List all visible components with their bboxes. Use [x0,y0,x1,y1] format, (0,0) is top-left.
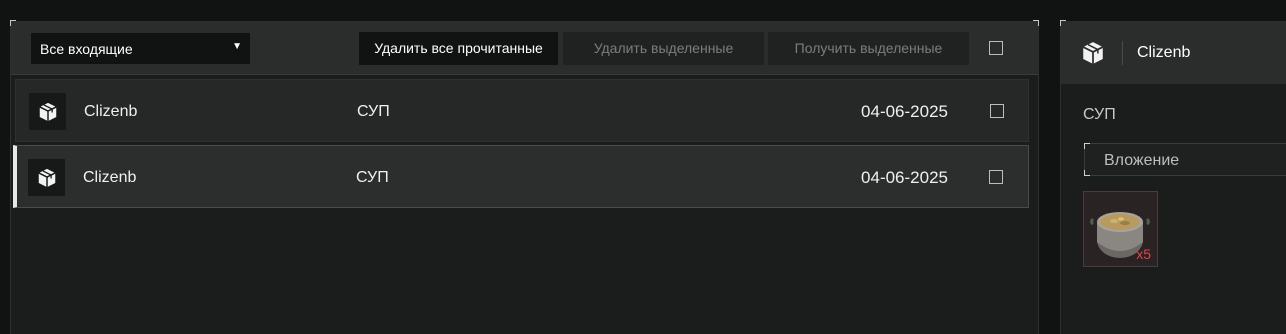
mail-row-checkbox[interactable] [990,104,1004,118]
mail-toolbar: Все входящие ▼ Удалить все прочитанные У… [11,21,1038,75]
mail-date: 04-06-2025 [861,102,948,121]
dropdown-arrow-icon: ▼ [232,41,242,52]
item-count: x5 [1136,246,1151,262]
attachment-item-slot[interactable]: x5 [1083,191,1158,267]
panel-corner-decoration [1084,170,1090,176]
mail-subject: СУП [356,169,389,186]
detail-header: Clizenb [1061,21,1286,84]
package-icon [1080,40,1106,71]
attachment-label: Вложение [1104,152,1180,169]
mail-sender: Clizenb [84,103,138,120]
mail-row[interactable]: Clizenb СУП 04-06-2025 [15,79,1029,142]
delete-selected-button[interactable]: Удалить выделенные [563,32,764,65]
select-all-checkbox[interactable] [989,41,1003,55]
receive-selected-button[interactable]: Получить выделенные [768,32,969,65]
panel-corner-decoration [1084,143,1090,149]
mail-filter-value: Все входящие [40,41,133,57]
detail-subject: СУП [1083,106,1116,123]
attachment-section-header: Вложение [1084,143,1286,176]
delete-all-read-button[interactable]: Удалить все прочитанные [359,32,558,65]
mail-date: 04-06-2025 [861,168,948,187]
mail-row-checkbox[interactable] [989,170,1003,184]
mail-sender: Clizenb [83,169,137,186]
mail-filter-dropdown[interactable]: Все входящие ▼ [31,33,250,64]
detail-sender: Clizenb [1137,44,1191,61]
mail-detail-panel: Clizenb СУП Вложение x5 [1060,20,1286,334]
header-divider [1122,41,1123,65]
mail-list-panel: Все входящие ▼ Удалить все прочитанные У… [10,20,1039,334]
package-icon [29,93,66,130]
mail-row-selected[interactable]: Clizenb СУП 04-06-2025 [13,145,1029,208]
package-icon [28,159,65,196]
mail-subject: СУП [357,103,390,120]
